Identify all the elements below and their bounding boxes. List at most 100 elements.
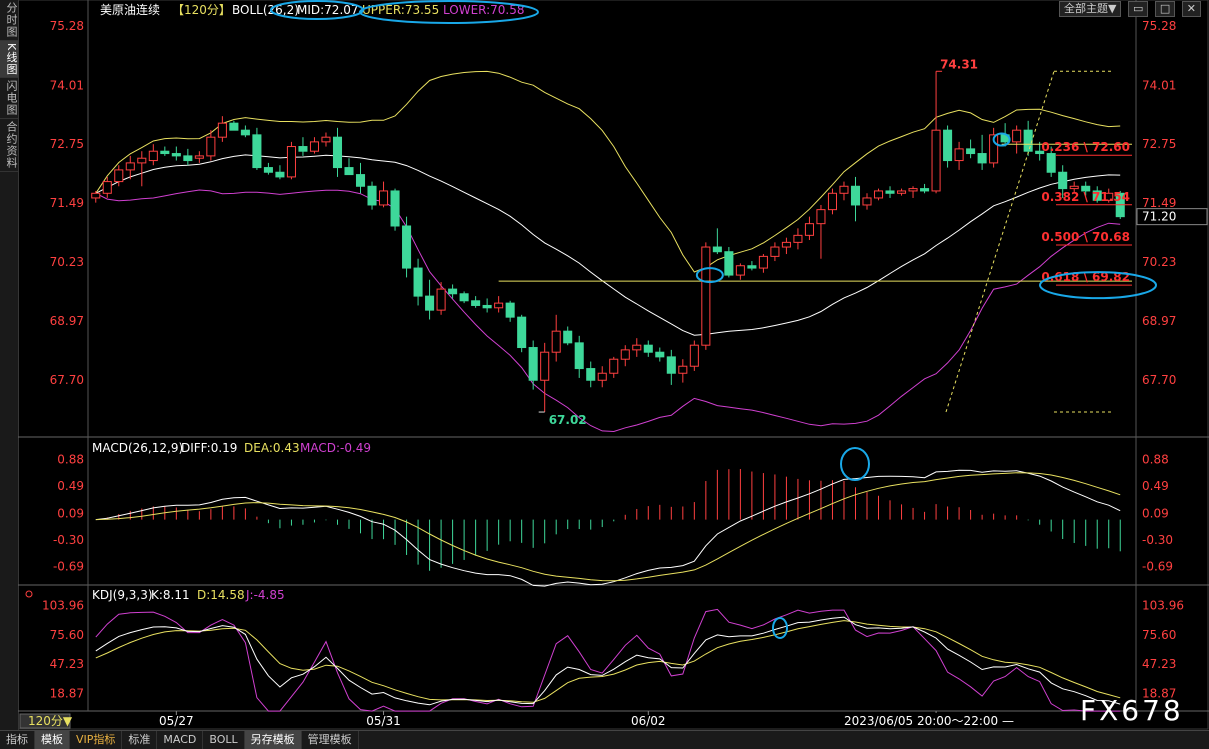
kdj-k-value: K:8.11 <box>151 588 190 602</box>
candle-body <box>816 209 826 225</box>
candle-body <box>505 302 515 318</box>
bottom-tab-2[interactable]: VIP指标 <box>70 731 123 749</box>
macd-diff-line <box>95 469 1121 587</box>
candle-body <box>632 344 642 351</box>
candle-body <box>678 365 688 374</box>
boll-label: BOLL(26,2) <box>232 3 299 17</box>
price-tick-right: 71.49 <box>1142 196 1176 210</box>
kdj-settings-icon <box>25 590 33 598</box>
close-icon[interactable]: ✕ <box>1181 1 1201 17</box>
high-label: 74.31 <box>940 57 978 71</box>
candle-body <box>1058 171 1068 190</box>
macd-tick-right: 0.09 <box>1142 506 1169 520</box>
kdj-tick-left: 18.87 <box>50 687 84 701</box>
candle-body <box>839 185 849 194</box>
x-date-label: 05/31 <box>366 714 401 728</box>
kdj-j-value: J:-4.85 <box>245 588 285 602</box>
candle-body <box>827 192 837 211</box>
bottom-tab-3[interactable]: 标准 <box>122 731 158 749</box>
low-label: 67.02 <box>549 413 587 427</box>
candle-body <box>689 344 699 367</box>
price-tick-right: 68.97 <box>1142 314 1176 328</box>
candle-body <box>413 267 423 297</box>
candle-body <box>540 351 550 381</box>
macd-tick-right: 0.88 <box>1142 453 1169 467</box>
view-sidebar: 分时图 K线图 闪电图 合约资料 <box>0 0 19 730</box>
period-tag: 【120分】 <box>172 3 231 17</box>
candle-body <box>286 146 296 178</box>
candle-body <box>873 190 884 199</box>
kdj-tick-left: 75.60 <box>50 628 84 642</box>
macd-label: MACD(26,12,9) <box>92 441 183 455</box>
price-tick-left: 68.97 <box>50 314 84 328</box>
sidebar-item-0[interactable]: 分时图 <box>0 0 18 41</box>
bottom-tab-4[interactable]: MACD <box>157 731 204 749</box>
macd-tick-right: -0.69 <box>1142 560 1173 574</box>
sidebar-item-2[interactable]: 闪电图 <box>0 78 18 120</box>
kdj-tick-right: 103.96 <box>1142 598 1184 612</box>
candle-body <box>517 316 527 349</box>
candle-body <box>977 153 987 164</box>
candle-body <box>574 342 584 370</box>
bottom-tab-0[interactable]: 指标 <box>0 731 35 749</box>
candle-body <box>770 246 780 257</box>
theme-select[interactable]: 全部主题▼ <box>1059 1 1122 17</box>
candle-body <box>966 148 976 155</box>
candle-body <box>344 167 354 176</box>
boll-lower-line <box>95 189 1121 433</box>
candle-body <box>379 190 389 206</box>
bottom-tab-5[interactable]: BOLL <box>203 731 245 749</box>
candle-body <box>862 197 872 206</box>
boll-upper-line <box>95 70 1121 273</box>
candle-body <box>298 146 308 152</box>
candle-body <box>666 356 676 374</box>
price-tick-left: 71.49 <box>50 196 84 210</box>
sidebar-item-1[interactable]: K线图 <box>0 41 18 79</box>
candle-body <box>850 185 861 206</box>
price-tick-right: 67.70 <box>1142 373 1176 387</box>
candle-body <box>160 150 170 155</box>
macd-tick-right: -0.30 <box>1142 533 1173 547</box>
candle-body <box>724 251 734 276</box>
fib-level-label: 0.382 \ 71.54 <box>1041 190 1130 204</box>
current-price-label: 71.20 <box>1142 210 1176 224</box>
window-maximize-icon[interactable]: □ <box>1154 1 1176 17</box>
bottom-tab-7[interactable]: 管理模板 <box>302 731 359 749</box>
period-button-label: 120分▼ <box>28 714 73 728</box>
candle-body <box>897 190 907 194</box>
watermark: FX678 <box>1080 694 1184 727</box>
bottom-tab-1[interactable]: 模板 <box>35 731 70 749</box>
fib-level-label: 0.236 \ 72.60 <box>1041 140 1130 154</box>
candle-body <box>908 188 918 192</box>
kdj-j-line <box>95 608 1121 712</box>
candle-body <box>943 129 953 162</box>
macd-dea-line <box>95 472 1121 582</box>
candle-body <box>609 358 619 374</box>
candle-body <box>563 330 573 344</box>
candle-body <box>482 304 492 309</box>
candle-body <box>436 288 446 311</box>
candle-body <box>1046 153 1056 173</box>
bottom-tabbar: 指标 模板 VIP指标 标准 MACD BOLL 另存模板 管理模板 <box>0 730 1209 749</box>
top-toolbar: 全部主题▼ ▭ □ ✕ <box>1056 1 1201 17</box>
sidebar-item-3[interactable]: 合约资料 <box>0 119 18 173</box>
macd-tick-left: 0.09 <box>57 506 84 520</box>
macd-tick-left: 0.49 <box>57 479 84 493</box>
candle-body <box>148 150 158 162</box>
candle-body <box>206 136 216 157</box>
candle-body <box>125 162 135 171</box>
candle-body <box>183 155 193 162</box>
kdj-tick-left: 47.23 <box>50 657 84 671</box>
kdj-tick-right: 47.23 <box>1142 657 1176 671</box>
price-tick-left: 72.75 <box>50 137 84 151</box>
candle-body <box>920 188 930 192</box>
bottom-tab-6[interactable]: 另存模板 <box>244 731 302 749</box>
boll-mid-line <box>95 154 1121 336</box>
candle-body <box>655 351 665 358</box>
window-restore-icon[interactable]: ▭ <box>1127 1 1149 17</box>
candle-body <box>355 174 366 187</box>
candle-body <box>252 134 262 169</box>
price-tick-right: 72.75 <box>1142 137 1176 151</box>
macd-macd-value: MACD:-0.49 <box>300 441 371 455</box>
candle-body <box>735 265 745 276</box>
